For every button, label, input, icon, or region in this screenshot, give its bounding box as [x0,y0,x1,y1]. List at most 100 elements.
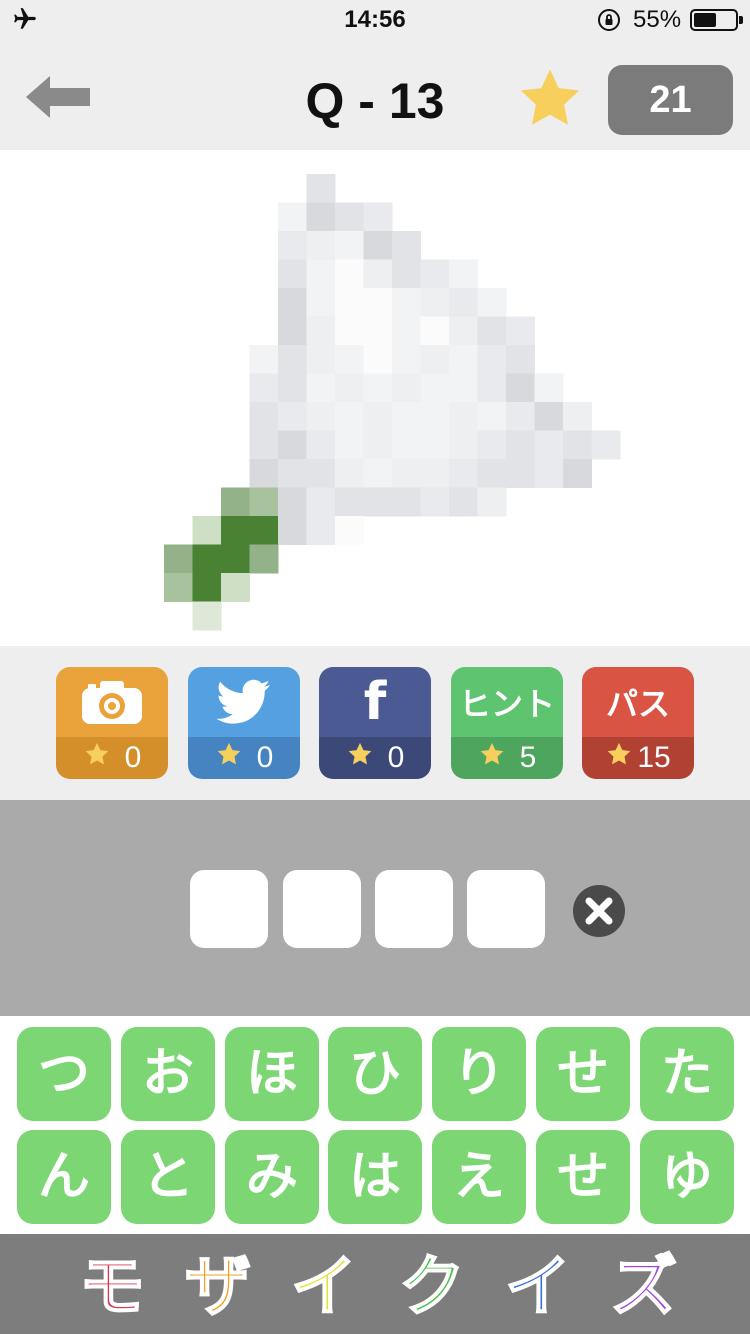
answer-slot[interactable] [375,870,453,948]
mosaic-tile [335,516,364,545]
key[interactable]: せ [536,1027,630,1121]
mosaic-tile [306,259,336,289]
star-icon [215,740,243,776]
mosaic-tile [449,288,478,317]
mosaic-tile [249,544,279,574]
mosaic-tile [306,459,336,488]
mosaic-tile [477,288,507,317]
key[interactable]: ひ [328,1027,422,1121]
camera-button[interactable]: 0 [56,667,168,779]
mosaic-tile [249,373,279,403]
key[interactable]: え [432,1130,526,1224]
logo-char: イ [290,1248,358,1324]
pass-cost: 15 [637,741,671,774]
answer-slot[interactable] [283,870,361,948]
mosaic-tile [420,345,450,374]
key[interactable]: ゆ [640,1130,734,1224]
tool-bar: 0 0 f 0 ヒント 5 パス 15 [0,646,750,800]
star-icon [514,62,586,139]
mosaic-tile [306,231,336,260]
mosaic-tile [306,316,336,346]
mosaic-tile [221,544,250,574]
mosaic-tile [534,402,564,431]
mosaic-tile [420,316,450,346]
mosaic-tile [534,459,564,488]
mosaic-tile [221,516,250,545]
mosaic-tile [392,402,421,431]
mosaic-tile [506,345,535,374]
mosaic-tile [534,373,564,403]
logo-char: ズ [610,1248,678,1324]
mosaic-tile [249,487,279,517]
logo-char: ク [398,1248,466,1324]
mosaic-tile [392,288,421,317]
pass-button[interactable]: パス 15 [582,667,694,779]
mosaic-tile [392,316,421,346]
camera-icon [56,667,168,737]
mosaic-tile [477,487,507,517]
key[interactable]: は [328,1130,422,1224]
star-icon [83,740,111,776]
key[interactable]: り [432,1027,526,1121]
mosaic-tile [363,316,393,346]
logo-char: モ [78,1248,146,1324]
hint-button[interactable]: ヒント 5 [451,667,563,779]
key[interactable]: た [640,1027,734,1121]
mosaic-tile [420,373,450,403]
mosaic-tile [477,402,507,431]
facebook-button[interactable]: f 0 [319,667,431,779]
mosaic-tile [164,573,193,602]
mosaic-tile [363,402,393,431]
mosaic-tile [392,231,421,260]
mosaic-tile [306,516,336,545]
clear-button[interactable] [572,884,626,938]
mosaic-tile [477,430,507,460]
mosaic-tile [449,345,478,374]
mosaic-tile [278,345,307,374]
mosaic-tile [192,601,222,631]
mosaic-tile [449,259,478,289]
mosaic-tile [249,459,279,488]
mosaic-tile [278,430,307,460]
twitter-button[interactable]: 0 [188,667,300,779]
logo-char: イ [504,1248,572,1324]
mosaic-tile [278,402,307,431]
key[interactable]: と [121,1130,215,1224]
answer-slot[interactable] [467,870,545,948]
kana-keyboard: つ お ほ ひ り せ た ん と み は え せ ゆ [0,1016,750,1234]
mosaic-tile [506,316,535,346]
mosaic-tile [477,459,507,488]
clear-x-icon [573,885,625,937]
mosaic-tile [221,573,250,602]
mosaic-tile [506,402,535,431]
mosaic-tile [363,259,393,289]
mosaic-tile [278,259,307,289]
twitter-bird-icon [188,667,300,737]
header: Q - 13 21 [0,40,750,150]
mosaic-tile [449,402,478,431]
mosaic-tile [335,288,364,317]
mosaic-tile [392,345,421,374]
key[interactable]: ほ [225,1027,319,1121]
mosaic-tile [449,487,478,517]
mosaic-tile [335,402,364,431]
mosaic-tile [249,345,279,374]
star-icon [346,740,374,776]
mosaic-tile [506,430,535,460]
battery-icon [690,9,743,31]
mosaic-tile [363,231,393,260]
key[interactable]: お [121,1027,215,1121]
mosaic-tile [534,430,564,460]
mosaic-tile [278,231,307,260]
mosaic-tile [306,487,336,517]
key[interactable]: ん [17,1130,111,1224]
mosaic-tile [363,345,393,374]
mosaic-tile [335,259,364,289]
mosaic-tile [278,202,307,232]
key[interactable]: せ [536,1130,630,1224]
key[interactable]: み [225,1130,319,1224]
mosaic-tile [363,373,393,403]
key[interactable]: つ [17,1027,111,1121]
answer-slot[interactable] [190,870,268,948]
mosaic-tile [420,402,450,431]
